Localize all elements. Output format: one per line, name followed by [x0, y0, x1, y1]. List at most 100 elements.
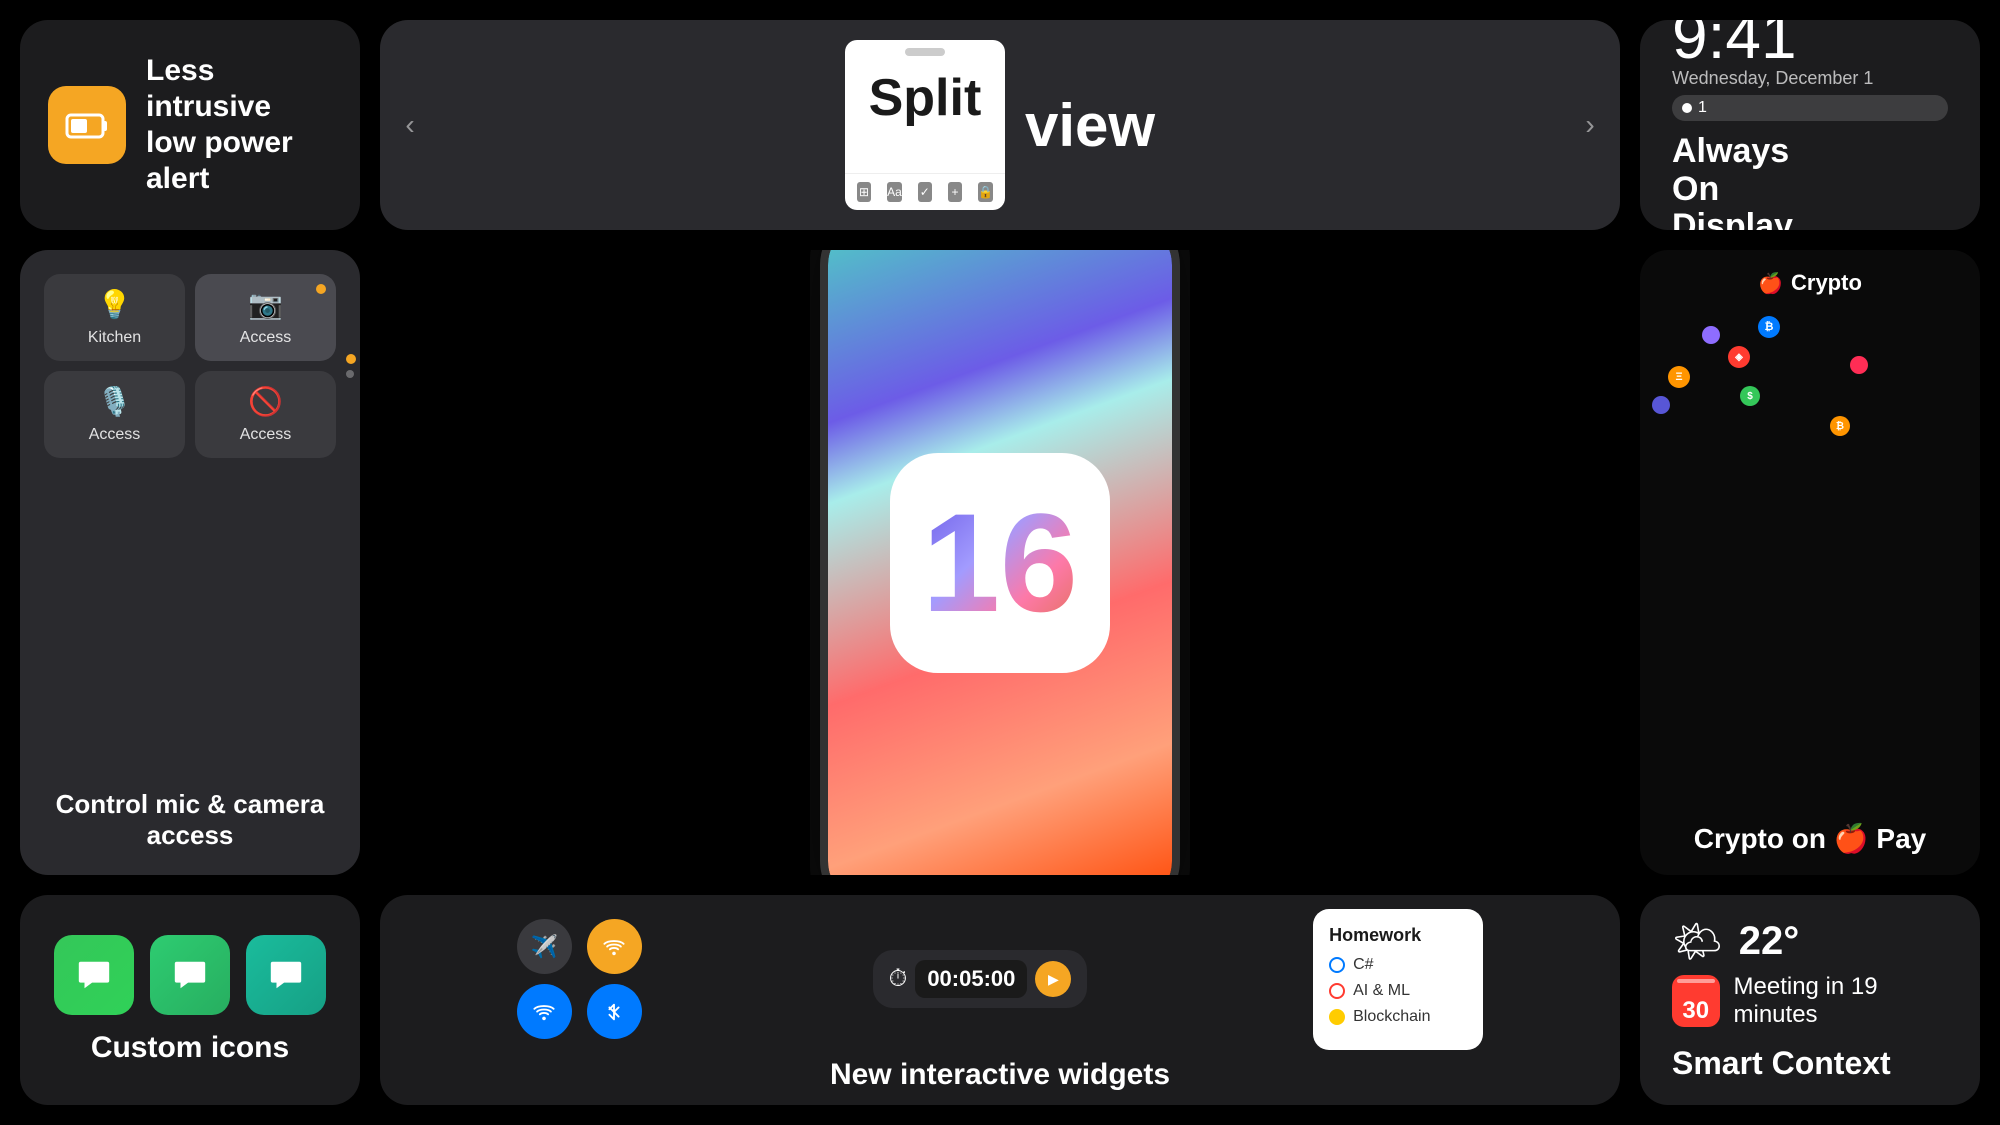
deny-icon: 🚫: [248, 385, 283, 418]
dot-orange: [346, 354, 356, 364]
iphone-vol-up-btn: [820, 341, 823, 381]
crypto-footer-text: Crypto on 🍎 Pay: [1694, 824, 1926, 855]
split-window: Split ⊞ Aa ✓ + 🔒: [845, 40, 1005, 210]
iphone-side-btn: [1177, 361, 1180, 421]
widgets-label: New interactive widgets: [830, 1058, 1170, 1091]
split-word: Split: [869, 72, 982, 124]
aod-title: Always On Display: [1672, 133, 1793, 230]
icons-row: [54, 935, 326, 1015]
battery-icon: [48, 86, 126, 164]
crypto-dot-purple: [1702, 326, 1720, 344]
custom-icons-title: Custom icons: [91, 1031, 289, 1065]
aod-date: Wednesday, December 1: [1672, 68, 1948, 89]
homework-title: Homework: [1329, 925, 1467, 946]
apple-pay-icon: 🍎: [1834, 823, 1869, 854]
access-dot-indicator: [316, 284, 326, 294]
toolbar-check-icon[interactable]: ✓: [918, 182, 932, 202]
meeting-text: Meeting in 19 minutes: [1734, 973, 1949, 1029]
iphone-vol-down-btn: [820, 396, 823, 436]
split-view-card: ‹ Split ⊞ Aa ✓ + 🔒 view ›: [380, 20, 1620, 230]
access-item-camera[interactable]: 📷 Access: [195, 274, 336, 361]
message-icon-1: [54, 935, 134, 1015]
toolbar-add-icon[interactable]: +: [948, 182, 962, 202]
aod-time: 9:41: [1672, 20, 1948, 68]
smart-temperature: 22°: [1739, 919, 1800, 964]
deny-label: Access: [240, 426, 292, 444]
calendar-icon: 30: [1672, 975, 1720, 1027]
access-grid: 💡 Kitchen 📷 Access 🎙️ Access 🚫 Access: [44, 274, 336, 458]
crypto-dot-red: ◈: [1728, 346, 1750, 368]
crypto-dot-green: $: [1740, 386, 1760, 406]
low-power-card: Less intrusive low power alert: [20, 20, 360, 230]
crypto-dot-orange: Ξ: [1668, 366, 1690, 388]
hw-label-1: C#: [1353, 956, 1373, 974]
crypto-title: Crypto: [1791, 270, 1862, 296]
widgets-top-row: ✈️ ⏱ 00:05:00 ▶ Homework C#: [380, 895, 1620, 1058]
smart-calendar-row: 30 Meeting in 19 minutes: [1672, 973, 1948, 1029]
aod-card: 9:41 Wednesday, December 1 1 Always On D…: [1640, 20, 1980, 230]
bluetooth-btn[interactable]: [587, 984, 642, 1039]
cal-day: 30: [1682, 999, 1709, 1023]
smart-context-title: Smart Context: [1672, 1045, 1891, 1082]
hw-dot-2: [1329, 983, 1345, 999]
access-card: 💡 Kitchen 📷 Access 🎙️ Access 🚫 Access Co…: [20, 250, 360, 875]
access-item-kitchen[interactable]: 💡 Kitchen: [44, 274, 185, 361]
crypto-footer: Crypto on 🍎 Pay: [1670, 812, 1950, 875]
access-side-dots: [346, 354, 356, 378]
toolbar-text-icon[interactable]: Aa: [887, 182, 902, 202]
split-prev-button[interactable]: ‹: [380, 20, 440, 230]
aod-pill-dot: [1682, 103, 1692, 113]
split-window-bar: [905, 48, 945, 56]
hw-label-2: AI & ML: [1353, 982, 1410, 1000]
mic-label: Access: [89, 426, 141, 444]
aod-pill: 1: [1672, 95, 1948, 121]
smart-weather-row: 🌤 22°: [1672, 918, 1799, 965]
timer-display: 00:05:00: [915, 960, 1027, 998]
crypto-card: 🍎 Crypto ₿ ◈ Ξ $ ₿ Cryp: [1640, 250, 1980, 875]
control-center-widget: ✈️: [517, 919, 647, 1039]
split-view-text: view: [1025, 91, 1155, 160]
mic-icon: 🎙️: [97, 385, 132, 418]
kitchen-icon: 💡: [97, 288, 132, 321]
low-power-title: Less intrusive low power alert: [146, 53, 332, 197]
iphone-card: 16: [380, 250, 1620, 875]
aod-pill-text: 1: [1698, 99, 1707, 117]
apple-icon: 🍎: [1758, 271, 1783, 296]
timer-widget: ⏱ 00:05:00 ▶: [873, 950, 1088, 1008]
widgets-card: ✈️ ⏱ 00:05:00 ▶ Homework C#: [380, 895, 1620, 1105]
ios16-logo: 16: [890, 453, 1110, 673]
iphone-screen: 16: [828, 250, 1172, 875]
hw-item-3: Blockchain: [1329, 1008, 1467, 1026]
hw-dot-3: [1329, 1009, 1345, 1025]
split-next-button[interactable]: ›: [1560, 20, 1620, 230]
camera-icon: 📷: [248, 288, 283, 321]
hw-item-2: AI & ML: [1329, 982, 1467, 1000]
wifi-btn[interactable]: [517, 984, 572, 1039]
camera-label: Access: [240, 329, 292, 347]
wifi-green-btn[interactable]: [587, 919, 642, 974]
message-icon-2: [150, 935, 230, 1015]
access-item-mic[interactable]: 🎙️ Access: [44, 371, 185, 458]
widgets-label-container: New interactive widgets: [380, 1058, 1620, 1106]
airplane-btn[interactable]: ✈️: [517, 919, 572, 974]
hw-item-1: C#: [1329, 956, 1467, 974]
iphone-mockup: 16: [820, 250, 1180, 875]
homework-widget: Homework C# AI & ML Blockchain: [1313, 909, 1483, 1050]
weather-icon: 🌤: [1672, 918, 1723, 965]
low-power-text: Less intrusive low power alert: [146, 53, 332, 197]
crypto-dot-blue: ₿: [1758, 316, 1780, 338]
toolbar-grid-icon[interactable]: ⊞: [857, 182, 871, 202]
crypto-dot-indigo: [1652, 396, 1670, 414]
crypto-header: 🍎 Crypto: [1734, 250, 1886, 306]
split-content: Split ⊞ Aa ✓ + 🔒 view: [440, 40, 1560, 210]
cal-top-bar: [1677, 979, 1715, 983]
timer-icon: ⏱: [889, 965, 908, 993]
timer-play-button[interactable]: ▶: [1035, 961, 1071, 997]
crypto-dot-btc: ₿: [1830, 416, 1850, 436]
crypto-dot-pink: [1850, 356, 1868, 374]
access-description: Control mic & camera access: [44, 789, 336, 851]
ios16-number: 16: [922, 493, 1078, 633]
smart-context-card: 🌤 22° 30 Meeting in 19 minutes Smart Con…: [1640, 895, 1980, 1105]
toolbar-lock-icon[interactable]: 🔒: [978, 182, 993, 202]
access-item-deny[interactable]: 🚫 Access: [195, 371, 336, 458]
